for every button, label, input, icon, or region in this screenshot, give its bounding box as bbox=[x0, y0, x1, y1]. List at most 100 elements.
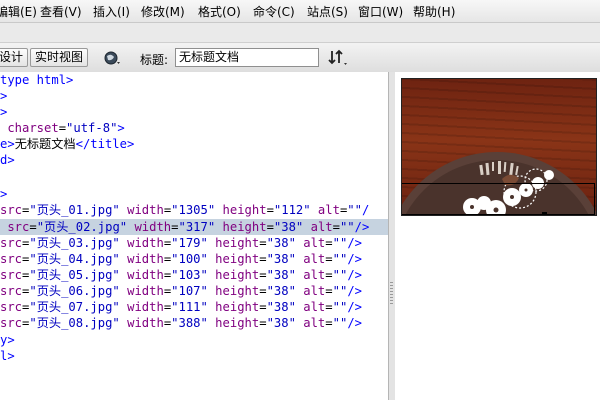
code-token: "页头_04.jpg" bbox=[29, 252, 120, 266]
code-line[interactable]: e>无标题文档</title> bbox=[0, 136, 388, 152]
code-line[interactable]: src="页头_07.jpg" width="111" height="38" … bbox=[0, 299, 388, 315]
globe-icon[interactable] bbox=[101, 48, 123, 68]
code-token: width bbox=[119, 284, 164, 298]
code-token: "" bbox=[339, 220, 355, 234]
code-line[interactable] bbox=[0, 170, 388, 186]
code-token: = bbox=[325, 316, 333, 330]
code-view[interactable]: type html> > > charset="utf-8"> e>无标题文档</ti… bbox=[0, 72, 388, 400]
live-view-button[interactable]: 实时视图 bbox=[30, 48, 89, 67]
code-token: height bbox=[207, 252, 260, 266]
code-token: "页头_07.jpg" bbox=[29, 300, 120, 314]
toolbar-band bbox=[0, 23, 600, 42]
code-token: "107" bbox=[171, 284, 208, 298]
code-line[interactable]: charset="utf-8"> bbox=[0, 120, 388, 136]
code-token: = bbox=[266, 220, 274, 234]
code-token: "" bbox=[332, 316, 348, 330]
code-line[interactable]: y> bbox=[0, 332, 388, 348]
menu-item[interactable]: 编辑(E) bbox=[0, 3, 37, 20]
code-token: "" bbox=[332, 300, 348, 314]
menu-item[interactable]: 命令(C) bbox=[253, 3, 295, 20]
code-token: "页头_05.jpg" bbox=[29, 268, 120, 282]
splitter-grip[interactable] bbox=[390, 282, 393, 306]
code-line[interactable]: src="页头_04.jpg" width="100" height="38" … bbox=[0, 251, 388, 267]
code-token: "111" bbox=[171, 300, 208, 314]
code-token: height bbox=[215, 203, 267, 217]
code-line[interactable]: src="页头_08.jpg" width="388" height="38" … bbox=[0, 315, 388, 331]
code-token: = bbox=[332, 220, 340, 234]
code-token: = bbox=[325, 284, 333, 298]
code-token: src bbox=[0, 203, 23, 217]
code-token: alt bbox=[303, 220, 333, 234]
code-token: src bbox=[0, 268, 23, 282]
code-token: width bbox=[119, 300, 164, 314]
code-token: src bbox=[0, 220, 30, 234]
code-token: /> bbox=[347, 236, 362, 250]
code-token: "179" bbox=[171, 236, 208, 250]
menu-item[interactable]: 窗口(W) bbox=[358, 3, 403, 20]
code-token: = bbox=[325, 300, 333, 314]
menu-item[interactable]: 格式(O) bbox=[198, 3, 241, 20]
code-token: "38" bbox=[266, 252, 296, 266]
code-token: /> bbox=[347, 316, 362, 330]
code-token: "页头_01.jpg" bbox=[29, 203, 120, 217]
code-token: = bbox=[259, 300, 267, 314]
code-token: "38" bbox=[273, 220, 304, 234]
code-token: height bbox=[207, 316, 260, 330]
code-token: /> bbox=[347, 268, 362, 282]
menu-bar: 编辑(E) 查看(V) 插入(I) 修改(M) 格式(O) 命令(C) 站点(S) 窗口(W)… bbox=[0, 0, 600, 23]
code-line[interactable]: type html> bbox=[0, 72, 388, 88]
document-toolbar: 设计 实时视图 标题: 无标题文档 bbox=[0, 42, 600, 73]
code-token: = bbox=[259, 252, 267, 266]
code-line[interactable]: > bbox=[0, 104, 388, 120]
code-line[interactable]: d> bbox=[0, 152, 388, 168]
code-line[interactable]: src="页头_02.jpg" width="317" height="38" … bbox=[0, 219, 388, 235]
code-line[interactable]: src="页头_01.jpg" width="1305" height="112… bbox=[0, 202, 388, 218]
design-view[interactable] bbox=[395, 72, 600, 400]
code-token: height bbox=[207, 268, 260, 282]
sort-arrows-icon[interactable] bbox=[326, 48, 350, 68]
menu-item[interactable]: 插入(I) bbox=[93, 3, 130, 20]
code-line[interactable]: > bbox=[0, 88, 388, 104]
code-token: = bbox=[266, 203, 274, 217]
code-token: = bbox=[325, 236, 333, 250]
code-line[interactable]: l> bbox=[0, 348, 388, 364]
resize-handle[interactable] bbox=[542, 212, 547, 215]
menu-item[interactable]: 修改(M) bbox=[141, 3, 185, 20]
code-token: src bbox=[0, 236, 23, 250]
code-token: "38" bbox=[266, 316, 296, 330]
header-image-preview[interactable] bbox=[401, 78, 597, 216]
code-token: type html> bbox=[0, 73, 74, 87]
code-token: "100" bbox=[171, 252, 208, 266]
code-token: "38" bbox=[266, 268, 296, 282]
code-token: alt bbox=[295, 268, 326, 282]
code-line[interactable]: src="页头_05.jpg" width="103" height="38" … bbox=[0, 267, 388, 283]
code-token: > bbox=[0, 89, 8, 103]
code-token: "1305" bbox=[171, 203, 216, 217]
design-view-button[interactable]: 设计 bbox=[0, 48, 29, 67]
code-token: height bbox=[207, 236, 260, 250]
menu-item[interactable]: 站点(S) bbox=[307, 3, 348, 20]
code-line[interactable]: > bbox=[0, 186, 388, 202]
code-token: width bbox=[119, 203, 164, 217]
code-token: charset bbox=[0, 121, 59, 135]
title-input[interactable]: 无标题文档 bbox=[175, 48, 319, 67]
code-token: "" bbox=[332, 252, 348, 266]
code-token: src bbox=[0, 252, 23, 266]
code-token: "317" bbox=[178, 220, 216, 234]
code-token: = bbox=[58, 121, 67, 135]
code-token: alt bbox=[295, 284, 326, 298]
code-line[interactable]: src="页头_03.jpg" width="179" height="38" … bbox=[0, 235, 388, 251]
code-token: height bbox=[207, 284, 260, 298]
code-token: d> bbox=[0, 153, 15, 167]
code-token: "" bbox=[332, 236, 348, 250]
code-token: > bbox=[0, 187, 8, 201]
menu-item[interactable]: 查看(V) bbox=[40, 3, 82, 20]
code-token: width bbox=[127, 220, 172, 234]
code-token: width bbox=[119, 268, 164, 282]
image-selection-box[interactable] bbox=[402, 183, 595, 215]
code-token: l> bbox=[0, 349, 15, 363]
menu-item[interactable]: 帮助(H) bbox=[413, 3, 455, 20]
code-token: "38" bbox=[266, 300, 296, 314]
code-token: = bbox=[171, 220, 179, 234]
code-line[interactable]: src="页头_06.jpg" width="107" height="38" … bbox=[0, 283, 388, 299]
